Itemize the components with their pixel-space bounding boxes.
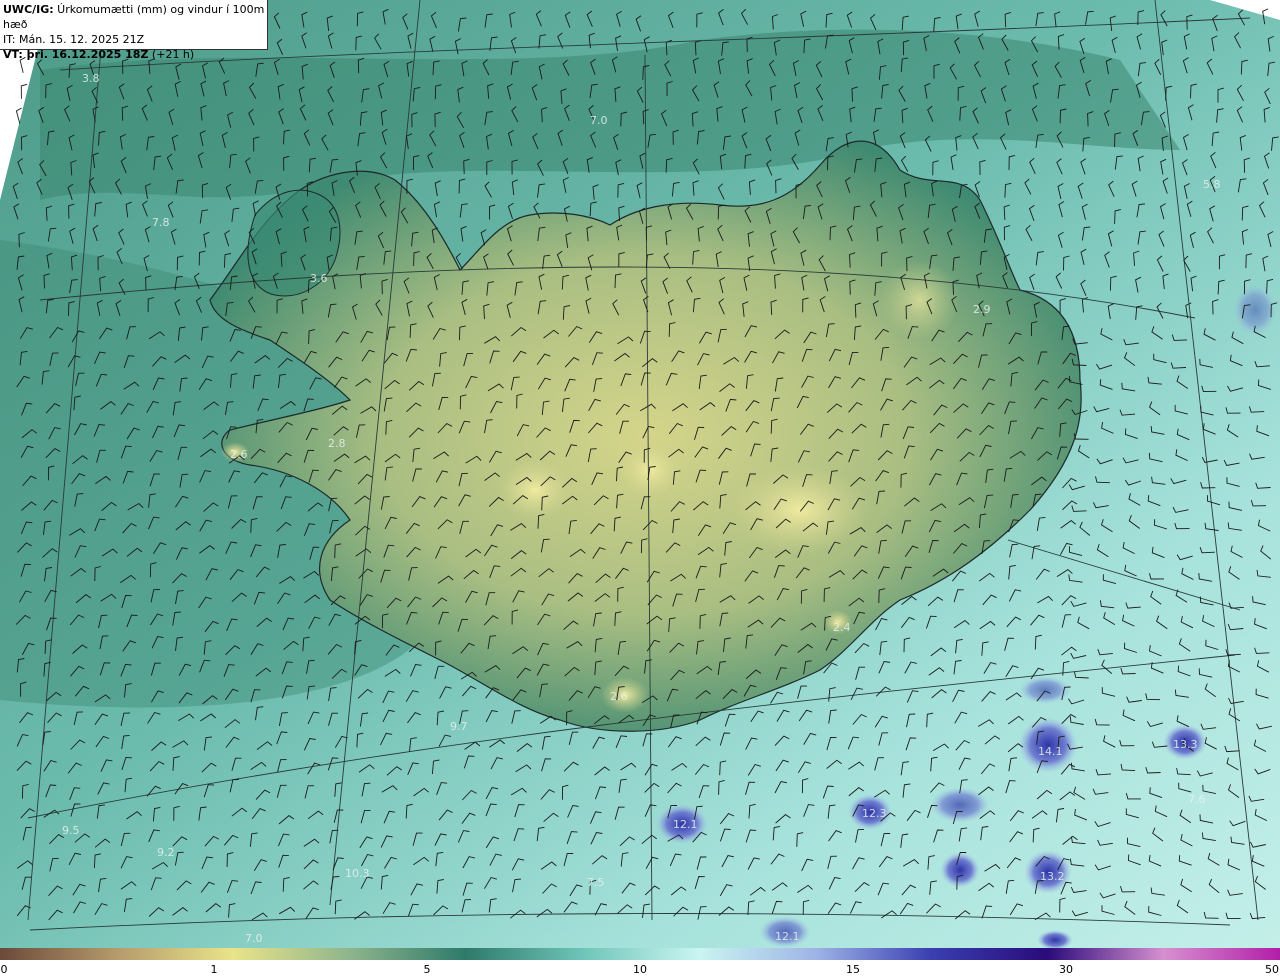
precip-value-label: 12.1	[673, 818, 698, 831]
map-info-box: UWC/IG: Úrkomumætti (mm) og vindur í 100…	[0, 0, 268, 61]
colorbar-tick: 50	[1265, 963, 1279, 976]
colorbar	[0, 948, 1280, 960]
hofsjokull	[618, 442, 682, 498]
colorbar-tick: 0	[0, 963, 8, 976]
precip-value-label: 14.1	[1038, 745, 1063, 758]
precip-cell	[1019, 676, 1071, 704]
colorbar-tick: 1	[210, 963, 218, 976]
colorbar-tick: 5	[423, 963, 431, 976]
precip-value-label: 2.6	[610, 690, 628, 703]
precip-value-label: 2.4	[833, 621, 851, 634]
lead-time: (+21 h)	[148, 48, 195, 61]
langjokull	[497, 460, 573, 520]
colorbar-tick: 30	[1059, 963, 1073, 976]
precip-value-label: 7.0	[245, 932, 263, 945]
precip-value-label: 7.8	[152, 216, 170, 229]
colorbar-tick: 10	[633, 963, 647, 976]
vatnajokull	[730, 465, 870, 555]
precipitation-wind-map[interactable]: 3.8 7.0 7.8 3.6 5.8 2.9 2.8 2.6 2.4 2.6 9.7 14.1 13.…	[0, 0, 1280, 948]
precip-value-label: 3.6	[310, 272, 328, 285]
initial-time: IT: Mán. 15. 12. 2025 21Z	[3, 33, 145, 46]
precip-value-label: 9.5	[62, 824, 80, 837]
colorbar-tick: 15	[846, 963, 860, 976]
precip-value-label: 13.2	[1040, 870, 1065, 883]
yellow-area-east	[880, 260, 960, 340]
precip-value-label: 13.3	[1173, 738, 1198, 751]
precip-value-label: 7.6	[1188, 793, 1206, 806]
precip-value-label: 7.5	[587, 876, 605, 889]
colorbar-labels: 0 1 5 10 15 30 50	[0, 960, 1280, 978]
valid-time: VT: þri. 16.12.2025 18Z	[3, 48, 149, 61]
precip-value-label: 9.7	[450, 720, 468, 733]
precip-value-label: 2.9	[973, 303, 991, 316]
precip-value-label: 9.2	[157, 846, 175, 859]
precip-value-label: 2.8	[328, 437, 346, 450]
precip-value-label: 10.3	[345, 867, 370, 880]
precip-cell	[940, 852, 980, 888]
product-code: UWC/IG:	[3, 3, 54, 16]
precip-value-label: 5.8	[1203, 178, 1221, 191]
precip-value-label: 3.8	[82, 72, 100, 85]
precip-value-label: 7.0	[590, 114, 608, 127]
precip-value-label: 12.1	[775, 930, 800, 943]
precip-value-label: 12.3	[862, 807, 887, 820]
precip-value-label: 2.6	[230, 448, 248, 461]
